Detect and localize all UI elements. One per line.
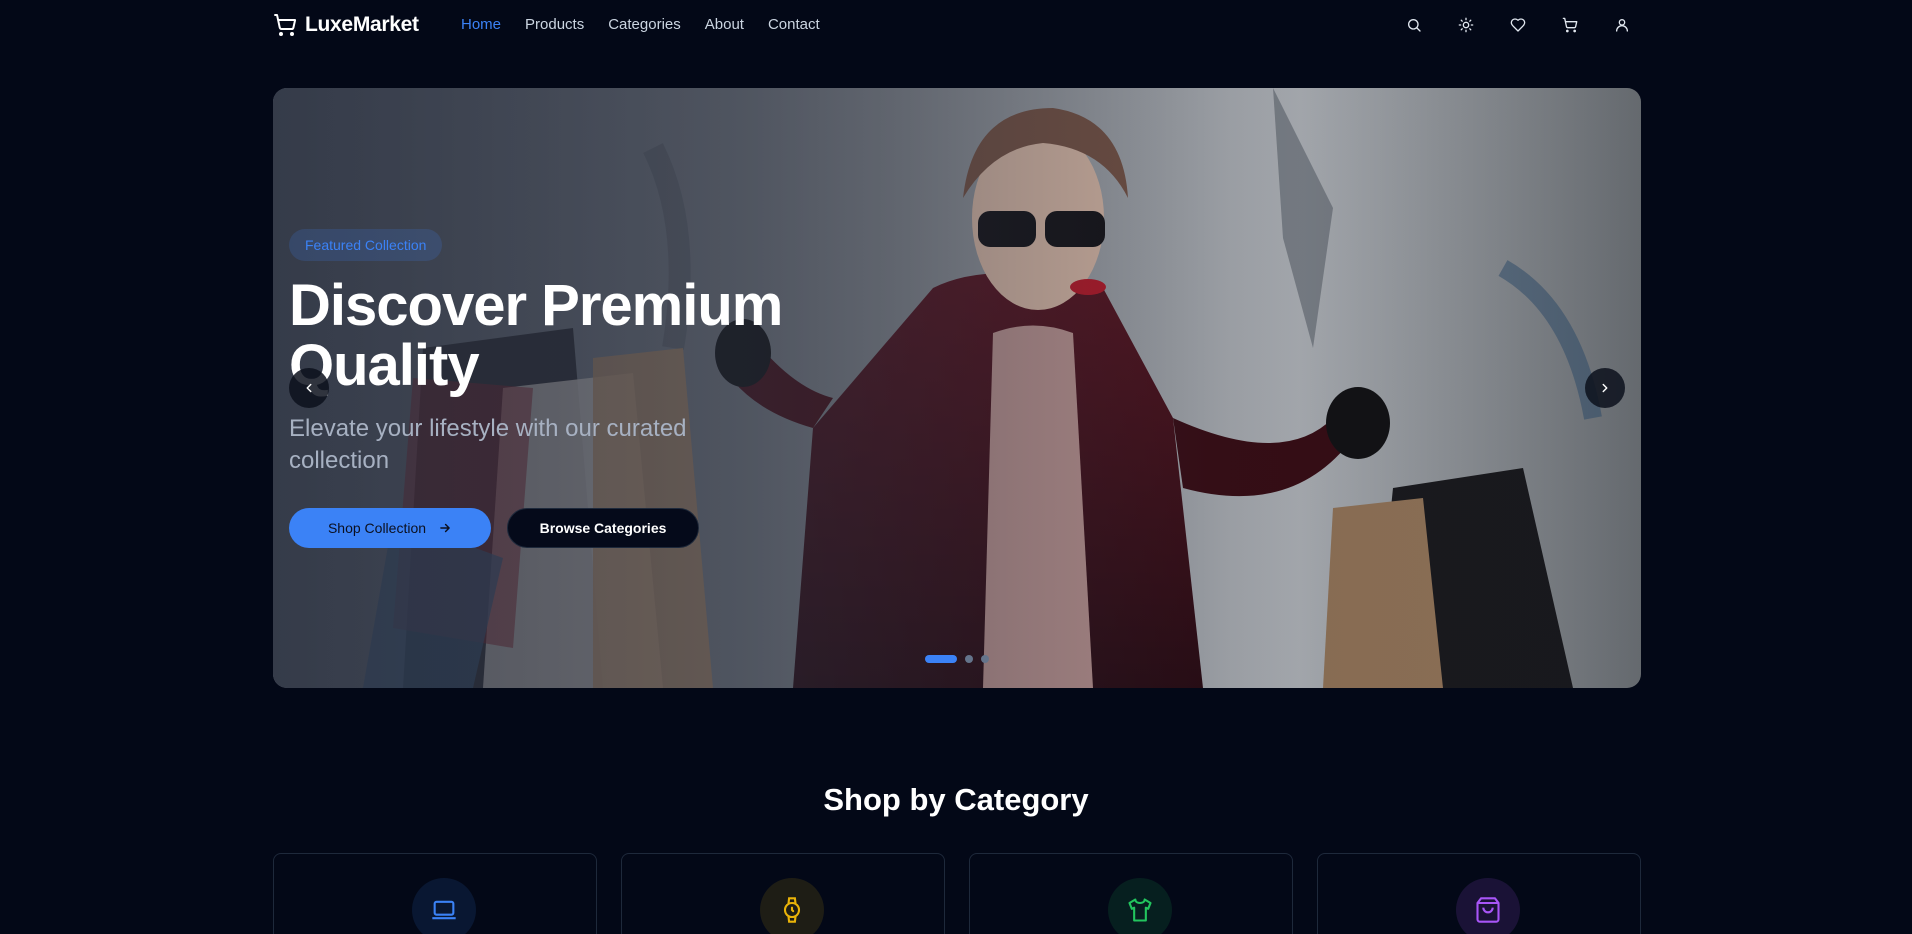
carousel-dot-2[interactable]	[965, 655, 973, 663]
sun-icon	[1458, 17, 1474, 33]
shopping-cart-icon	[274, 14, 297, 36]
shop-collection-label: Shop Collection	[327, 520, 427, 536]
shopping-bag-icon	[1476, 897, 1500, 923]
nav-about[interactable]: About	[705, 15, 744, 35]
shirt-icon	[1128, 898, 1152, 922]
shop-collection-button[interactable]: Shop Collection	[289, 508, 491, 548]
carousel-prev-button[interactable]	[289, 368, 329, 408]
chevron-left-icon	[306, 383, 312, 393]
account-button[interactable]	[1609, 12, 1635, 38]
chevron-right-icon	[1602, 383, 1608, 393]
category-card-bags[interactable]	[1317, 853, 1641, 934]
brand-logo[interactable]: LuxeMarket	[273, 12, 419, 38]
laptop-icon	[432, 900, 456, 920]
section-title: Shop by Category	[823, 782, 1089, 817]
hero-title: Discover Premium Quality	[289, 273, 783, 398]
category-icon-wrap	[1456, 878, 1520, 934]
nav-contact[interactable]: Contact	[768, 15, 820, 35]
arrow-right-icon	[440, 523, 450, 533]
carousel-indicators	[925, 655, 989, 663]
site-header: LuxeMarket Home Products Categories Abou…	[0, 0, 1912, 50]
category-icon-wrap	[412, 878, 476, 934]
main-nav: Home Products Categories About Contact	[461, 15, 844, 35]
featured-badge: Featured Collection	[289, 229, 443, 261]
category-card-clothing[interactable]	[969, 853, 1293, 934]
carousel-dot-3[interactable]	[981, 655, 989, 663]
watch-icon	[783, 897, 801, 923]
brand-name: LuxeMarket	[305, 13, 419, 36]
carousel-next-button[interactable]	[1585, 368, 1625, 408]
hero-carousel: Featured Collection Discover Premium Qua…	[273, 88, 1641, 688]
cart-button[interactable]	[1557, 12, 1583, 38]
category-icon-wrap	[760, 878, 824, 934]
search-button[interactable]	[1401, 12, 1427, 38]
search-icon	[1408, 19, 1421, 32]
hero-subtitle: Elevate your lifestyle with our curated …	[289, 415, 687, 474]
header-actions	[1401, 12, 1635, 38]
cart-icon	[1562, 17, 1578, 33]
category-card-electronics[interactable]	[273, 853, 597, 934]
nav-home[interactable]: Home	[461, 15, 501, 35]
nav-categories[interactable]: Categories	[608, 15, 681, 35]
nav-products[interactable]: Products	[525, 15, 584, 35]
carousel-dot-1[interactable]	[925, 655, 957, 663]
wishlist-button[interactable]	[1505, 12, 1531, 38]
heart-icon	[1510, 18, 1526, 32]
browse-categories-label: Browse Categories	[539, 520, 667, 536]
category-icon-wrap	[1108, 878, 1172, 934]
theme-toggle-button[interactable]	[1453, 12, 1479, 38]
category-card-accessories[interactable]	[621, 853, 945, 934]
user-icon	[1616, 19, 1628, 32]
browse-categories-button[interactable]: Browse Categories	[507, 508, 699, 548]
